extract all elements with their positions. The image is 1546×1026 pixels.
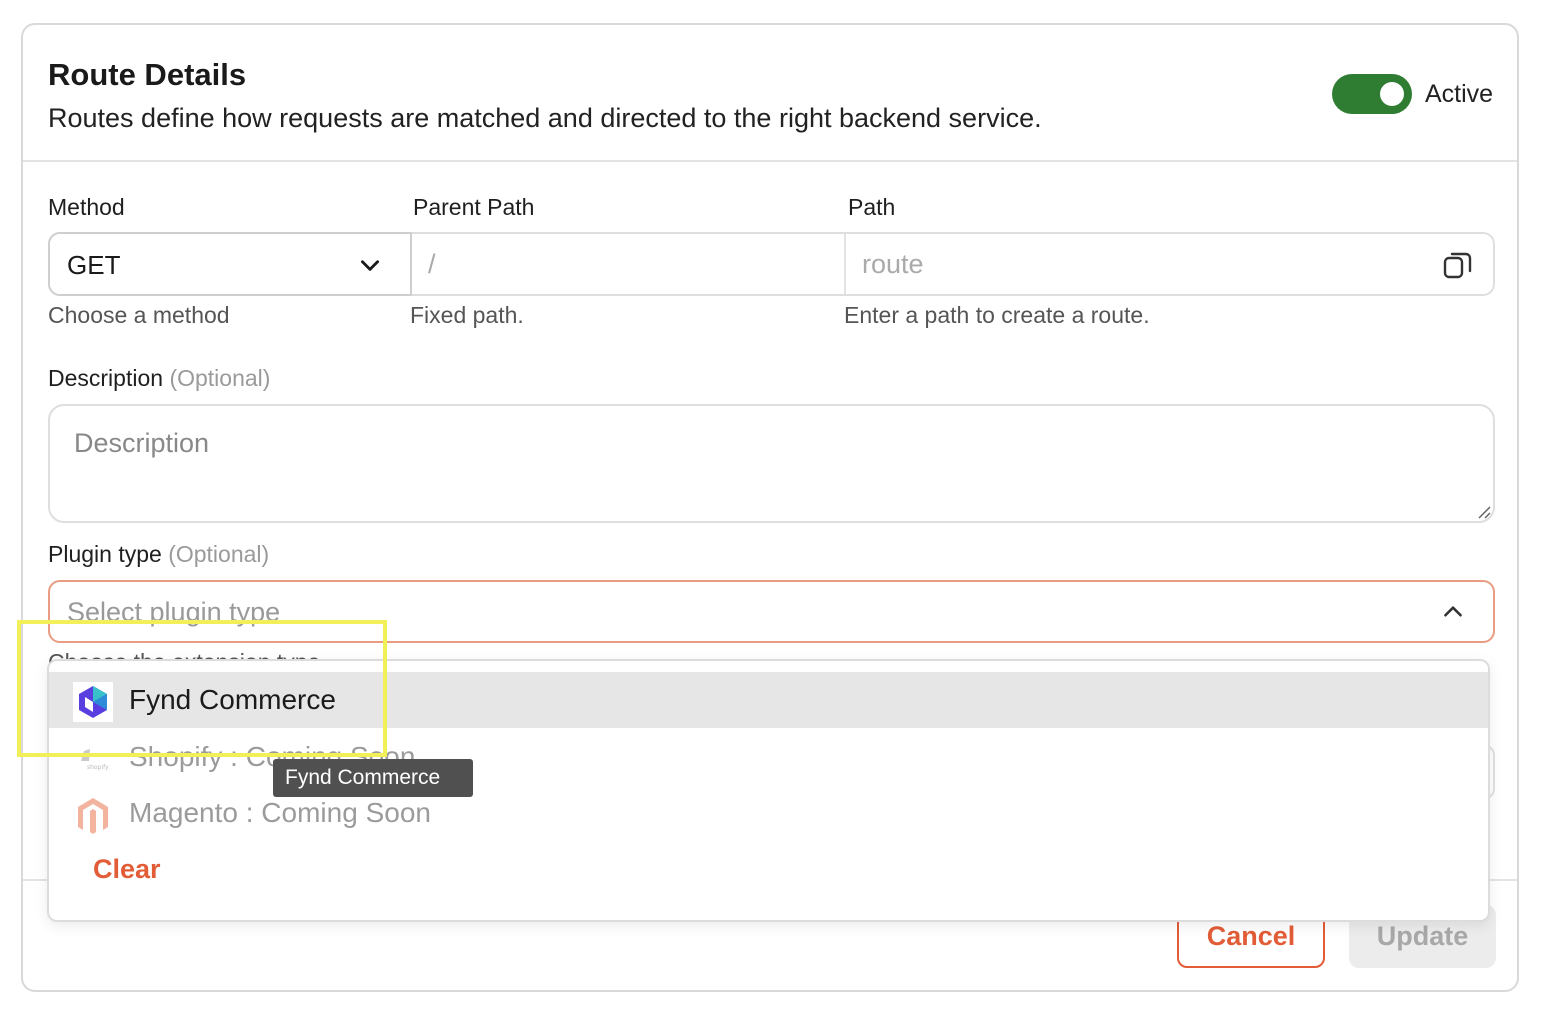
method-select[interactable]: GET: [48, 232, 412, 296]
parent-path-label: Parent Path: [413, 194, 535, 220]
chevron-down-icon: [361, 260, 379, 271]
option-label: Magento : Coming Soon: [129, 797, 431, 828]
resize-grip-icon[interactable]: [1475, 503, 1491, 519]
method-select-value: GET: [67, 250, 121, 280]
plugin-type-optional: (Optional): [168, 541, 270, 567]
option-tooltip: Fynd Commerce: [273, 759, 473, 797]
plugin-type-label-text: Plugin type: [48, 541, 162, 567]
path-helper: Enter a path to create a route.: [844, 302, 1150, 328]
dropdown-option-magento: Magento : Coming Soon: [49, 785, 1488, 841]
page-title: Route Details: [48, 57, 247, 92]
clear-button[interactable]: Clear: [93, 854, 161, 885]
method-helper: Choose a method: [48, 302, 230, 328]
page-subtitle: Routes define how requests are matched a…: [48, 103, 1042, 133]
card-header: Route Details Routes define how requests…: [23, 25, 1517, 162]
parent-path-value: /: [428, 249, 436, 279]
magento-icon: [78, 798, 108, 834]
parent-path-helper: Fixed path.: [410, 302, 524, 328]
active-toggle[interactable]: [1332, 74, 1412, 114]
path-label: Path: [848, 194, 896, 220]
svg-text:shopify: shopify: [87, 764, 109, 771]
toggle-knob: [1380, 82, 1404, 106]
description-label-text: Description: [48, 365, 164, 391]
description-textarea[interactable]: [48, 404, 1495, 523]
chevron-up-icon: [1444, 606, 1462, 617]
description-label: Description (Optional): [48, 365, 270, 392]
parent-path-field: /: [412, 234, 846, 294]
description-optional: (Optional): [169, 365, 271, 391]
copy-icon[interactable]: [1442, 249, 1474, 281]
plugin-type-label: Plugin type (Optional): [48, 541, 269, 568]
path-input[interactable]: [862, 247, 1422, 281]
method-label: Method: [48, 194, 125, 220]
active-toggle-label: Active: [1425, 80, 1494, 108]
highlight-box: [17, 620, 387, 757]
route-input-group: GET /: [48, 232, 1495, 296]
